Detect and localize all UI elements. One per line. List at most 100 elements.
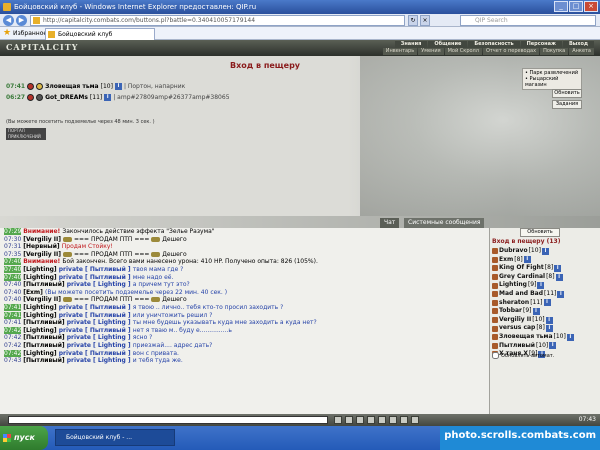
info-icon[interactable]: i xyxy=(532,307,540,315)
fist-icon[interactable] xyxy=(492,256,498,263)
maximize-button[interactable]: □ xyxy=(569,1,583,12)
minimize-button[interactable]: _ xyxy=(554,1,568,12)
fist-icon[interactable] xyxy=(492,299,498,306)
chat-nick[interactable]: [Exm] xyxy=(23,289,45,296)
search-input[interactable]: QIP Search xyxy=(460,15,596,26)
chat-private-target[interactable]: private [ Lighting ] xyxy=(67,357,133,364)
chat-nick[interactable]: [Vergiliy II] xyxy=(23,296,63,303)
forward-icon[interactable]: ▶ xyxy=(16,15,27,26)
subnav-item[interactable]: Отчет о переводах xyxy=(482,48,540,55)
clear-icon[interactable] xyxy=(356,416,364,424)
who-player-name[interactable]: Mad and Bad xyxy=(499,290,543,299)
chat-timestamp[interactable]: 07:40 xyxy=(4,273,22,281)
info-icon[interactable]: i xyxy=(523,256,531,264)
fist-icon[interactable] xyxy=(492,334,498,341)
chat-timestamp[interactable]: 07:40 xyxy=(4,258,22,266)
chat-private-target[interactable]: private [ Lighting ] xyxy=(67,342,133,349)
fist-icon[interactable] xyxy=(492,291,498,298)
chat-nick[interactable]: [Пытливый] xyxy=(23,319,67,326)
attack-icon[interactable] xyxy=(27,94,35,101)
refresh-icon[interactable]: ↻ xyxy=(408,15,418,26)
chat-nick[interactable]: [Нервный] xyxy=(23,243,62,250)
chat-timestamp[interactable]: 07:41 xyxy=(4,311,22,319)
chat-timestamp[interactable]: 07:29 xyxy=(4,228,22,235)
info-icon[interactable]: i xyxy=(114,83,122,90)
chat-nick[interactable]: [Lighting] xyxy=(23,274,59,281)
who-player-name[interactable]: Exm xyxy=(499,256,513,265)
chat-timestamp[interactable]: 07:40 xyxy=(4,281,21,288)
chat-nick[interactable]: [Lighting] xyxy=(23,312,59,319)
chat-timestamp[interactable]: 07:40 xyxy=(4,265,22,273)
fist-icon[interactable] xyxy=(492,325,498,332)
chat-private-target[interactable]: private [ Пытливый ] xyxy=(59,304,133,311)
info-icon[interactable]: i xyxy=(537,282,545,290)
who-player-name[interactable]: Tobbar xyxy=(499,307,522,316)
info-icon[interactable]: i xyxy=(554,264,562,272)
fist-icon[interactable] xyxy=(492,282,498,289)
subnav-item[interactable]: Мой Скролл xyxy=(444,48,482,55)
portal-banner[interactable]: ПОРТАЛ ПРИКЛЮЧЕНИЙ xyxy=(6,128,46,140)
location-link[interactable]: • Рыцарский магазин xyxy=(525,76,579,88)
chat-private-target[interactable]: private [ Lighting ] xyxy=(67,319,133,326)
who-player-name[interactable]: versus cap xyxy=(499,324,535,333)
chat-timestamp[interactable]: 07:42 xyxy=(4,342,21,349)
chat-nick[interactable]: [Lighting] xyxy=(23,266,59,273)
chat-timestamp[interactable]: 07:35 xyxy=(4,251,21,258)
fist-icon[interactable] xyxy=(492,308,498,315)
nav-item[interactable]: Знания xyxy=(394,41,428,48)
stop-icon[interactable]: × xyxy=(420,15,430,26)
chat-nick[interactable]: [Пытливый] xyxy=(23,342,67,349)
chat-private-target[interactable]: private [ Lighting ] xyxy=(67,334,133,341)
chat-private-target[interactable]: private [ Пытливый ] xyxy=(59,266,133,273)
fist-icon[interactable] xyxy=(492,317,498,324)
info-icon[interactable]: i xyxy=(543,299,551,307)
who-player-name[interactable]: sheraton xyxy=(499,299,529,308)
info-icon[interactable]: i xyxy=(545,325,553,333)
chat-timestamp[interactable]: 07:40 xyxy=(4,289,21,296)
subnav-item[interactable]: Покупка xyxy=(540,48,569,55)
tab-chat[interactable]: Чат xyxy=(380,218,400,228)
info-icon[interactable]: i xyxy=(545,316,553,324)
chat-private-target[interactable]: private [ Пытливый ] xyxy=(59,312,133,319)
address-input[interactable]: http://capitalcity.combats.com/buttons.p… xyxy=(30,15,405,26)
scroll-icon[interactable] xyxy=(411,416,419,424)
chat-timestamp[interactable]: 07:40 xyxy=(4,296,21,303)
chat-private-target[interactable]: private [ Lighting ] xyxy=(67,281,133,288)
favorites-star-icon[interactable]: ★ xyxy=(3,27,11,40)
chat-nick[interactable]: [Пытливый] xyxy=(23,334,67,341)
chat-private-target[interactable]: private [ Пытливый ] xyxy=(59,274,133,281)
chat-timestamp[interactable]: 07:42 xyxy=(4,349,22,357)
info-icon[interactable]: i xyxy=(541,247,549,255)
auto-refresh-checkbox[interactable] xyxy=(492,352,499,359)
chat-timestamp[interactable]: 07:43 xyxy=(4,357,21,364)
fist-icon[interactable] xyxy=(492,248,498,255)
player-name[interactable]: Зловещая тьма xyxy=(45,83,99,90)
nav-item[interactable]: Безопасность xyxy=(468,41,520,48)
who-player-name[interactable]: Пытливый xyxy=(499,342,535,351)
who-player-name[interactable]: Grey Cardinal xyxy=(499,273,545,282)
smiles-icon[interactable] xyxy=(345,416,353,424)
sound-icon[interactable] xyxy=(400,416,408,424)
chat-nick[interactable]: [Lighting] xyxy=(23,327,59,334)
chat-timestamp[interactable]: 07:31 xyxy=(4,243,21,250)
chat-timestamp[interactable]: 07:30 xyxy=(4,236,21,243)
chat-nick[interactable]: [Пытливый] xyxy=(23,281,67,288)
chat-nick[interactable]: [Lighting] xyxy=(23,350,59,357)
chat-timestamp[interactable]: 07:42 xyxy=(4,326,22,334)
attack-icon[interactable] xyxy=(27,83,35,90)
info-icon[interactable]: i xyxy=(104,94,112,101)
back-icon[interactable]: ◀ xyxy=(3,15,14,26)
nav-item[interactable]: Общение xyxy=(428,41,468,48)
chat-timestamp[interactable]: 07:41 xyxy=(4,303,22,311)
chat-timestamp[interactable]: 07:41 xyxy=(4,319,21,326)
fist-icon[interactable] xyxy=(492,265,498,272)
subnav-item[interactable]: Инвентарь xyxy=(382,48,418,55)
info-icon[interactable]: i xyxy=(555,273,563,281)
who-player-name[interactable]: Lighting xyxy=(499,281,527,290)
settings-icon[interactable] xyxy=(389,416,397,424)
info-icon[interactable]: i xyxy=(557,290,565,298)
chat-input[interactable] xyxy=(8,416,328,424)
send-icon[interactable] xyxy=(334,416,342,424)
taskbar-window-button[interactable]: Бойцовский клуб - ... xyxy=(55,429,175,446)
fist-icon[interactable] xyxy=(492,342,498,349)
